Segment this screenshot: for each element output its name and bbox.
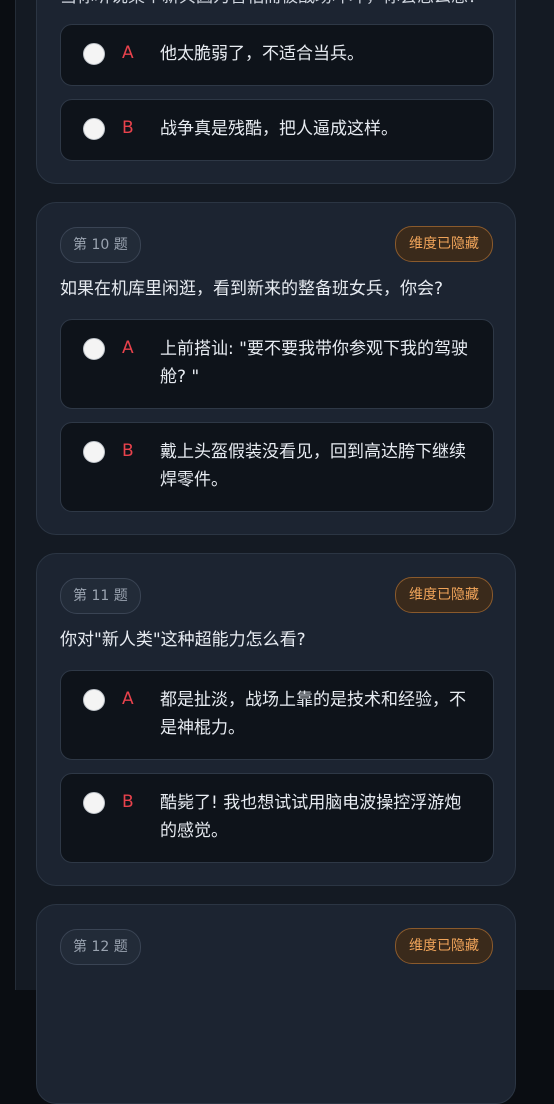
option-10-b[interactable]: B 戴上头盔假装没看见，回到高达胯下继续焊零件。 — [60, 422, 494, 512]
option-letter: B — [122, 792, 134, 812]
option-text: 戴上头盔假装没看见，回到高达胯下继续焊零件。 — [160, 442, 466, 490]
option-text: 酷毙了! 我也想试试用脑电波操控浮游炮的感觉。 — [160, 793, 462, 841]
question-card-12: 第 12 题 维度已隐藏 — [36, 904, 516, 1104]
option-10-a[interactable]: A 上前搭讪: "要不要我带你参观下我的驾驶舱? " — [60, 319, 494, 409]
radio-button[interactable] — [83, 43, 105, 65]
option-text: 他太脆弱了，不适合当兵。 — [160, 44, 364, 64]
option-text: 战争真是残酷，把人逼成这样。 — [160, 119, 398, 139]
option-letter: A — [122, 43, 134, 63]
option-11-b[interactable]: B 酷毙了! 我也想试试用脑电波操控浮游炮的感觉。 — [60, 773, 494, 863]
option-11-a[interactable]: A 都是扯淡，战场上靠的是技术和经验，不是神棍力。 — [60, 670, 494, 760]
option-9-b[interactable]: B 战争真是残酷，把人逼成这样。 — [60, 99, 494, 161]
question-number: 第 11 题 — [60, 578, 141, 614]
dimension-hidden-badge: 维度已隐藏 — [395, 577, 493, 613]
question-card-9: 当你听说某个新兵因为害怕而被战场吓坏，你会怎么想？ A 他太脆弱了，不适合当兵。… — [36, 0, 516, 184]
question-text: 如果在机库里闲逛，看到新来的整备班女兵，你会? — [60, 279, 444, 299]
radio-button[interactable] — [83, 689, 105, 711]
radio-button[interactable] — [83, 441, 105, 463]
dimension-hidden-badge: 维度已隐藏 — [395, 226, 493, 262]
option-letter: A — [122, 338, 134, 358]
question-card-11: 第 11 题 维度已隐藏 你对"新人类"这种超能力怎么看? A 都是扯淡，战场上… — [36, 553, 516, 886]
question-card-10: 第 10 题 维度已隐藏 如果在机库里闲逛，看到新来的整备班女兵，你会? A 上… — [36, 202, 516, 535]
option-letter: B — [122, 118, 134, 138]
radio-button[interactable] — [83, 792, 105, 814]
question-number: 第 12 题 — [60, 929, 141, 965]
option-letter: A — [122, 689, 134, 709]
option-text: 上前搭讪: "要不要我带你参观下我的驾驶舱? " — [160, 339, 468, 387]
dimension-hidden-badge: 维度已隐藏 — [395, 928, 493, 964]
question-number: 第 10 题 — [60, 227, 141, 263]
radio-button[interactable] — [83, 118, 105, 140]
option-letter: B — [122, 441, 134, 461]
question-text-9: 当你听说某个新兵因为害怕而被战场吓坏，你会怎么想？ — [60, 0, 500, 9]
option-9-a[interactable]: A 他太脆弱了，不适合当兵。 — [60, 24, 494, 86]
question-text: 你对"新人类"这种超能力怎么看? — [60, 630, 306, 650]
radio-button[interactable] — [83, 338, 105, 360]
option-text: 都是扯淡，战场上靠的是技术和经验，不是神棍力。 — [160, 690, 466, 738]
